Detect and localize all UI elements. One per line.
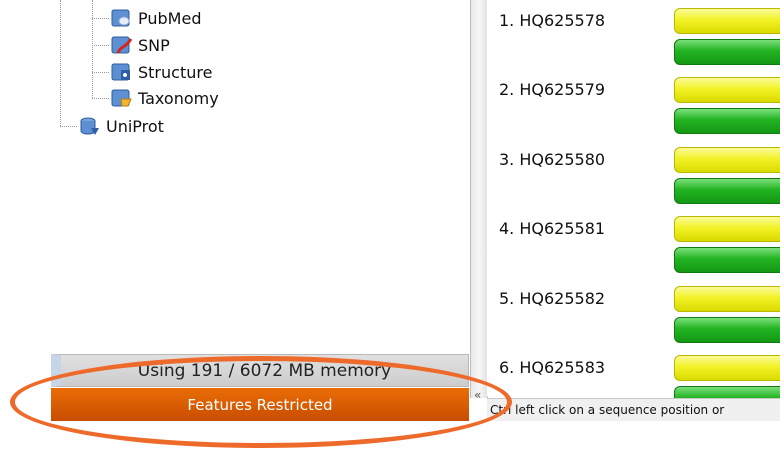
sequence-row-label[interactable]: 4. HQ625581	[499, 219, 605, 238]
sequence-bar-green[interactable]	[674, 39, 780, 65]
tree-item-label: SNP	[138, 35, 170, 55]
tree-guide-line	[60, 126, 77, 127]
memory-usage-indicator[interactable]: Using 191 / 6072 MB memory	[51, 354, 469, 387]
tree-item-structure[interactable]: Structure	[111, 60, 212, 84]
sequence-row-label[interactable]: 5. HQ625582	[499, 289, 605, 308]
snp-db-icon	[111, 35, 133, 55]
sequence-bar-yellow[interactable]	[674, 216, 780, 242]
tree-item-taxonomy[interactable]: Taxonomy	[111, 86, 219, 110]
tree-item-label: UniProt	[106, 116, 164, 136]
tree-item-pubmed[interactable]: PubMed	[111, 6, 201, 30]
status-bar-text: Ctrl left click on a sequence position o…	[487, 398, 780, 421]
sequence-bar-green[interactable]	[674, 178, 780, 204]
sequence-bar-green[interactable]	[674, 108, 780, 134]
tree-guide-line	[92, 0, 93, 98]
pubmed-db-icon	[111, 8, 133, 28]
tree-item-label: Structure	[138, 62, 213, 82]
taxonomy-db-icon	[111, 88, 133, 108]
sequence-bar-green[interactable]	[674, 247, 780, 273]
uniprot-db-icon	[79, 116, 101, 136]
tree-item-label: PubMed	[138, 8, 202, 28]
sequence-bar-yellow[interactable]	[674, 355, 780, 381]
tree-item-label: Taxonomy	[138, 88, 219, 108]
sequence-bar-yellow[interactable]	[674, 77, 780, 103]
tree-guide-line	[92, 18, 109, 19]
sequence-bar-yellow[interactable]	[674, 286, 780, 312]
tree-guide-line	[60, 0, 61, 126]
tree-guide-line	[92, 98, 109, 99]
panel-splitter[interactable]	[470, 0, 488, 398]
tree-guide-line	[92, 72, 109, 73]
tree-guide-line	[92, 45, 109, 46]
sequence-bar-yellow[interactable]	[674, 8, 780, 34]
tree-item-uniprot[interactable]: UniProt	[79, 114, 164, 138]
sequence-row-label[interactable]: 3. HQ625580	[499, 150, 605, 169]
features-restricted-banner[interactable]: Features Restricted	[51, 388, 469, 421]
collapse-panel-icon[interactable]: «	[474, 388, 481, 402]
database-tree: PubMed SNP Structure Taxonomy UniProt	[0, 0, 470, 350]
sequence-row-label[interactable]: 1. HQ625578	[499, 11, 605, 30]
sequence-bar-green[interactable]	[674, 317, 780, 343]
sequence-list: 1. HQ625578 2. HQ625579 3. HQ625580 4. H…	[487, 0, 780, 412]
tree-item-snp[interactable]: SNP	[111, 33, 170, 57]
structure-db-icon	[111, 62, 133, 82]
sequence-row-label[interactable]: 6. HQ625583	[499, 358, 605, 377]
sequence-bar-yellow[interactable]	[674, 147, 780, 173]
sequence-row-label[interactable]: 2. HQ625579	[499, 80, 605, 99]
